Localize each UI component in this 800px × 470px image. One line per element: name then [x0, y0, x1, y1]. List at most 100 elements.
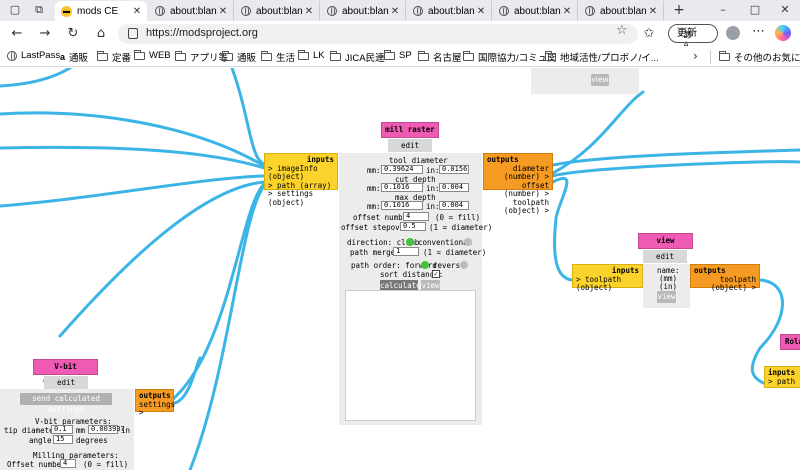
address-field[interactable]: https://modsproject.org あA — [118, 24, 692, 51]
offset-number-input[interactable]: 4 — [403, 212, 429, 221]
climb-radio[interactable] — [406, 238, 414, 246]
module-title[interactable]: view toolpath — [638, 233, 693, 259]
lock-icon[interactable] — [128, 28, 138, 39]
bookmark-item[interactable]: a 通販 — [60, 50, 88, 64]
module-title[interactable]: V-bit calculator — [33, 359, 98, 385]
view-button[interactable]: view — [591, 74, 609, 86]
max-depth-mm-input[interactable]: 0.1016 — [381, 201, 423, 210]
view-button[interactable]: view — [657, 291, 676, 303]
tab-label: about:blank — [600, 5, 647, 17]
globe-icon — [584, 6, 595, 17]
bookmark-label: SP — [399, 50, 412, 61]
bookmark-lastpass[interactable]: LastPass — [7, 50, 60, 61]
close-tab-icon[interactable]: ✕ — [561, 6, 573, 17]
tool-diameter-mm-input[interactable]: 0.39624 — [381, 165, 423, 174]
module-title[interactable]: mill raster 2D — [381, 122, 439, 148]
close-tab-icon[interactable]: ✕ — [303, 6, 315, 17]
path-merge-input[interactable]: 1 — [393, 247, 419, 256]
url-text[interactable]: https://modsproject.org — [146, 27, 258, 39]
bookmark-folder[interactable]: JICA民連 — [330, 50, 385, 64]
mm-label: mm: — [367, 202, 381, 211]
other-favorites-folder[interactable]: その他のお気に入り — [719, 50, 800, 64]
output-port-toolpath[interactable]: toolpath (object) > — [694, 275, 756, 293]
close-tab-icon[interactable]: ✕ — [131, 6, 143, 17]
more-options-icon[interactable]: ⋯ — [752, 24, 765, 39]
reverse-radio[interactable] — [460, 261, 468, 269]
mods-canvas[interactable]: view mill raster 2D edit delete tool dia… — [0, 68, 800, 470]
output-port-toolpath[interactable]: toolpath (object) > — [487, 198, 549, 216]
tab-about-blank[interactable]: about:blank ✕ — [320, 1, 406, 21]
bookmark-label: 通販 — [69, 53, 89, 64]
offset-stepover-input[interactable]: 0.5 — [400, 222, 426, 231]
update-button[interactable]: 更新 — [668, 24, 718, 43]
bookmark-folder[interactable]: SP — [384, 49, 412, 61]
wire — [188, 184, 266, 470]
folder-icon — [384, 49, 395, 60]
output-port-diameter[interactable]: diameter (number) > — [487, 164, 549, 182]
back-icon[interactable]: ← — [8, 25, 26, 43]
minimize-icon[interactable]: – — [716, 3, 730, 17]
sort-distance-checkbox[interactable]: ✓ — [432, 270, 440, 278]
tool-diameter-in-input[interactable]: 0.0156 — [439, 165, 469, 174]
tab-actions-icon[interactable]: ⧉ — [32, 3, 46, 17]
mm-label: mm — [76, 426, 86, 435]
module-title[interactable]: Rola — [780, 334, 800, 350]
reload-icon[interactable]: ↻ — [64, 25, 82, 43]
bookmark-folder[interactable]: LK — [298, 49, 325, 61]
edit-button[interactable]: edit — [401, 141, 419, 150]
favorites-icon[interactable]: ✩ — [640, 25, 658, 43]
tip-diameter-mm-input[interactable]: 0.1 — [51, 425, 73, 434]
bookmark-folder[interactable]: 名古屋 — [418, 50, 462, 64]
forward-radio[interactable] — [421, 261, 429, 269]
bookmark-folder[interactable]: 定番 — [97, 50, 131, 64]
input-port-settings[interactable]: > settings (object) — [268, 189, 334, 207]
chevron-right-icon[interactable]: › — [693, 49, 698, 63]
input-port-toolpath[interactable]: > toolpath (object) — [576, 275, 639, 293]
max-depth-in-input[interactable]: 0.004 — [439, 201, 469, 210]
edit-button[interactable]: edit — [656, 252, 674, 261]
close-tab-icon[interactable]: ✕ — [647, 6, 659, 17]
tab-about-blank[interactable]: about:blank ✕ — [234, 1, 320, 21]
offset-number-input[interactable]: 4 — [60, 459, 76, 468]
copilot-icon[interactable] — [775, 25, 791, 41]
folder-icon — [719, 51, 730, 61]
maximize-icon[interactable]: □ — [748, 3, 762, 17]
bookmark-folder[interactable]: アプリ等 — [175, 50, 228, 64]
tab-about-blank[interactable]: about:blank ✕ — [578, 1, 664, 21]
new-tab-icon[interactable]: + — [672, 2, 686, 18]
folder-icon — [222, 51, 233, 61]
cut-depth-mm-input[interactable]: 0.1016 — [381, 183, 423, 192]
cut-depth-in-input[interactable]: 0.004 — [439, 183, 469, 192]
bookmark-folder[interactable]: 地域活性/プロボノ/イ... — [545, 50, 659, 64]
output-port-settings[interactable]: settings > — [139, 400, 175, 418]
close-tab-icon[interactable]: ✕ — [217, 6, 229, 17]
favorite-star-icon[interactable]: ☆ — [616, 23, 628, 38]
angle-input[interactable]: 15 — [53, 435, 73, 444]
bookmark-folder[interactable]: 通販 — [222, 50, 256, 64]
tab-about-blank[interactable]: about:blank ✕ — [406, 1, 492, 21]
profile-avatar[interactable] — [726, 26, 740, 40]
tip-diameter-in-input[interactable]: 0.003937 — [88, 425, 125, 434]
close-tab-icon[interactable]: ✕ — [389, 6, 401, 17]
home-icon[interactable]: ⌂ — [92, 25, 110, 43]
input-port-imageinfo[interactable]: > imageInfo (object) — [268, 164, 334, 182]
input-port-path[interactable]: > path — [768, 377, 800, 387]
output-port-offset[interactable]: offset (number) > — [487, 181, 549, 199]
tab-label: about:blank — [514, 5, 561, 17]
close-tab-icon[interactable]: ✕ — [475, 6, 487, 17]
close-window-icon[interactable]: ✕ — [778, 3, 792, 17]
tab-about-blank[interactable]: about:blank ✕ — [492, 1, 578, 21]
window-menu-icon[interactable]: ▢ — [8, 3, 22, 17]
tab-mods-ce[interactable]: ▬ mods CE ✕ — [55, 1, 147, 21]
conventional-radio[interactable] — [464, 238, 472, 246]
bookmark-folder[interactable]: 生活 — [261, 50, 295, 64]
bookmark-label: JICA民連 — [345, 53, 385, 64]
forward-icon[interactable]: → — [36, 25, 54, 43]
update-label: 更新 — [677, 28, 697, 39]
bookmark-folder[interactable]: WEB — [134, 49, 171, 61]
tab-about-blank[interactable]: about:blank ✕ — [148, 1, 234, 21]
send-calculated-settings-button[interactable]: send calculated settings — [20, 393, 112, 414]
edit-button[interactable]: edit — [57, 378, 75, 387]
bookmark-folder[interactable]: 国際協力/コミュ関 — [463, 50, 557, 64]
wire — [0, 68, 72, 88]
